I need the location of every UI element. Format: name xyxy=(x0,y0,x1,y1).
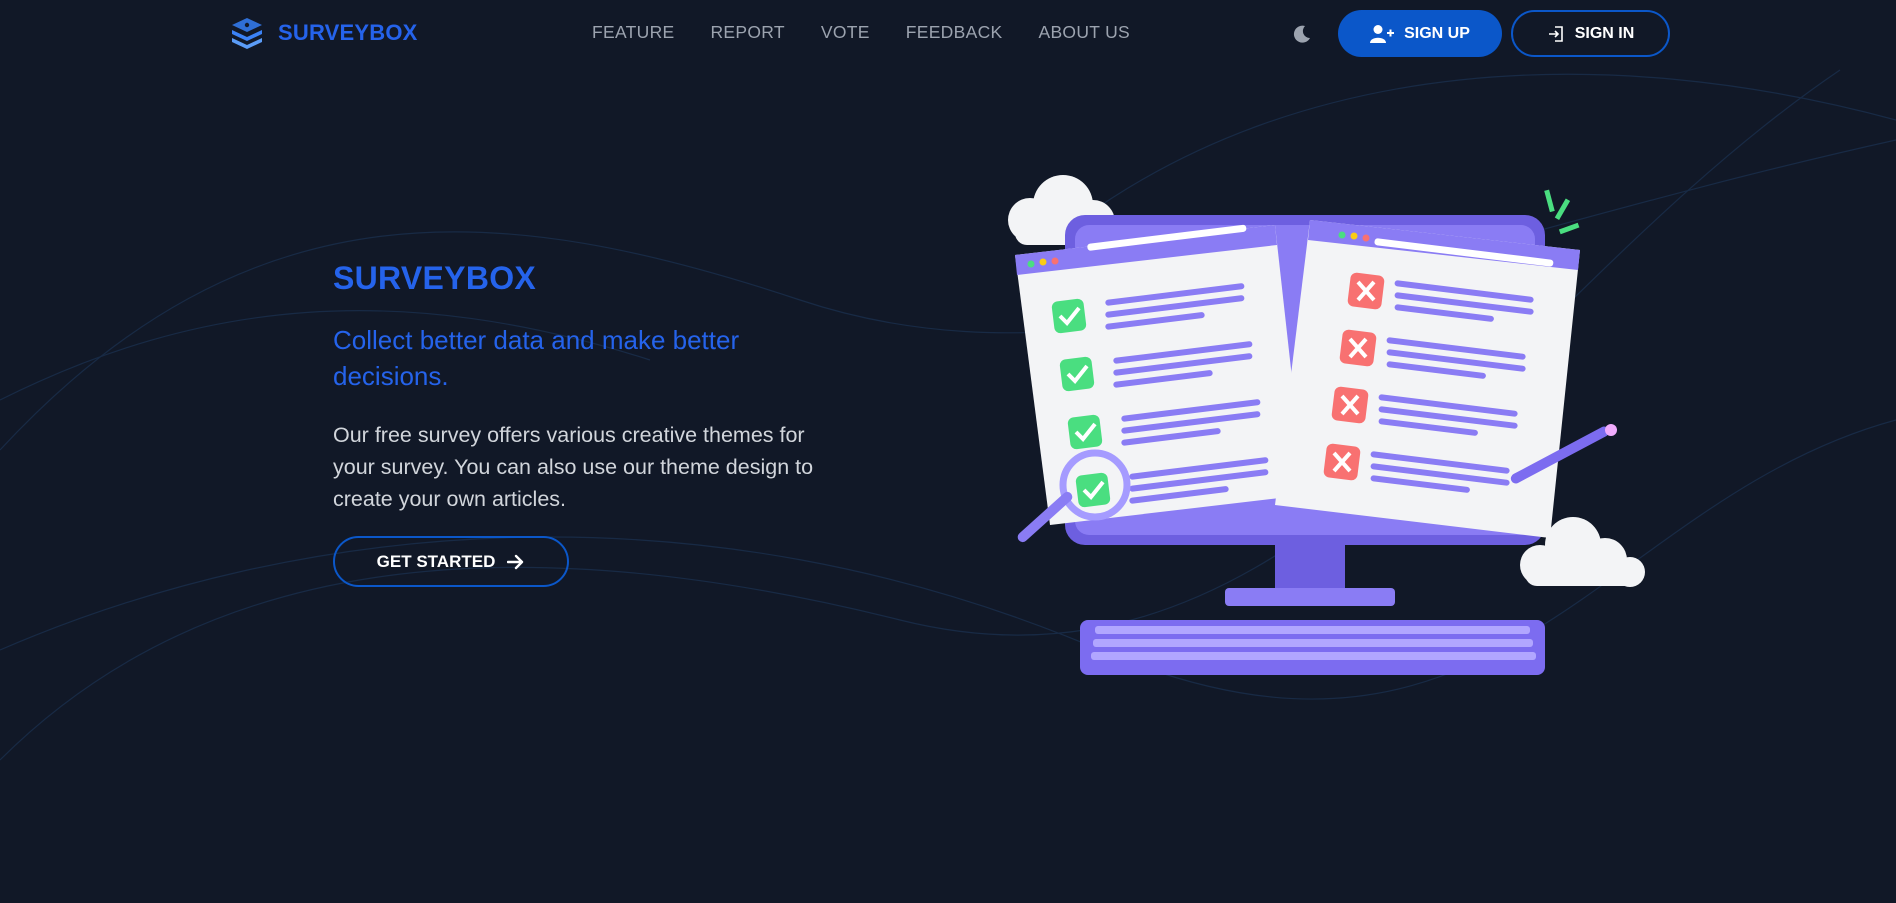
cross-icon xyxy=(1331,386,1369,424)
cross-document xyxy=(1275,220,1580,538)
sparkle-icon xyxy=(1544,189,1580,235)
brand-name: SURVEYBOX xyxy=(278,20,418,45)
brand-logo[interactable]: SURVEYBOX xyxy=(228,13,418,53)
main-nav: FEATURE REPORT VOTE FEEDBACK ABOUT US xyxy=(592,22,1130,43)
user-plus-icon xyxy=(1370,24,1395,43)
check-icon xyxy=(1075,472,1111,508)
sign-in-button[interactable]: SIGN IN xyxy=(1511,10,1670,57)
get-started-label: GET STARTED xyxy=(376,551,496,571)
moon-icon[interactable] xyxy=(1291,23,1313,45)
check-icon xyxy=(1059,356,1095,392)
cross-icon xyxy=(1339,329,1377,367)
checklist-document xyxy=(1015,224,1305,525)
layers-icon xyxy=(232,18,262,49)
hero-subtitle: Collect better data and make better deci… xyxy=(333,325,740,391)
check-icon xyxy=(1051,298,1087,334)
sign-in-icon xyxy=(1548,25,1563,42)
sign-up-button[interactable]: SIGN UP xyxy=(1338,10,1502,57)
nav-item-feedback[interactable]: FEEDBACK xyxy=(906,22,1003,43)
sign-in-label: SIGN IN xyxy=(1574,24,1635,42)
hero-title: SURVEYBOX xyxy=(333,260,537,296)
sign-up-label: SIGN UP xyxy=(1404,24,1470,42)
get-started-button[interactable]: GET STARTED xyxy=(333,536,569,587)
hero-description: Our free survey offers various creative … xyxy=(333,423,814,511)
cross-icon xyxy=(1323,443,1361,481)
arrow-right-icon xyxy=(507,554,524,569)
cross-icon xyxy=(1347,272,1385,310)
nav-item-feature[interactable]: FEATURE xyxy=(592,22,674,43)
top-navbar: SURVEYBOX FEATURE REPORT VOTE FEEDBACK A… xyxy=(0,0,1896,66)
check-icon xyxy=(1067,414,1103,450)
survey-computer-illustration xyxy=(1008,175,1645,675)
nav-item-vote[interactable]: VOTE xyxy=(821,22,870,43)
nav-item-about-us[interactable]: ABOUT US xyxy=(1038,22,1130,43)
nav-item-report[interactable]: REPORT xyxy=(710,22,784,43)
